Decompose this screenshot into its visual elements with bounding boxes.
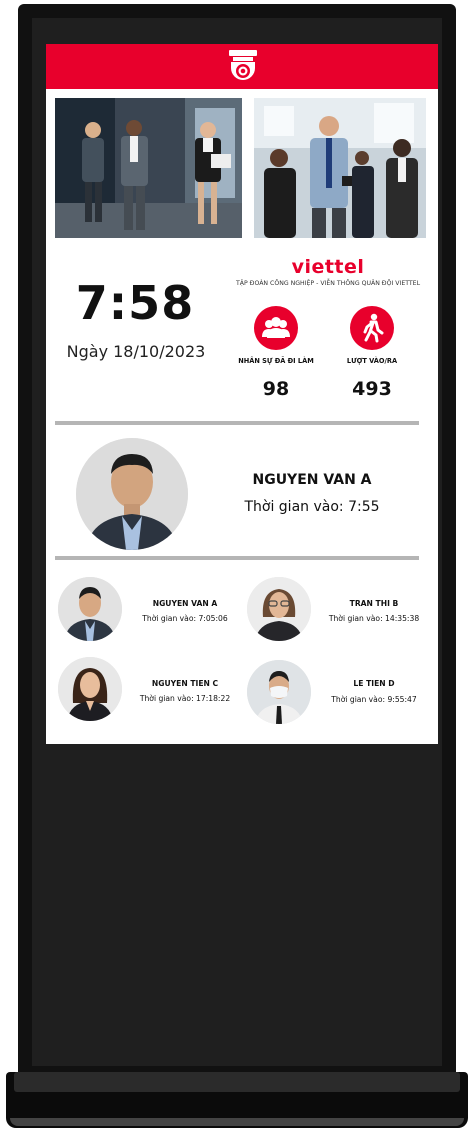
security-camera-icon xyxy=(229,50,257,80)
current-time: 7:58 xyxy=(75,276,195,330)
recent-person-time: Thời gian vào: 14:35:38 xyxy=(328,614,420,623)
recent-person-name: NGUYEN VAN A xyxy=(152,599,218,608)
recent-person-avatar xyxy=(247,660,311,724)
recent-person-time: Thời gian vào: 7:05:06 xyxy=(142,614,228,623)
office-photo-left xyxy=(55,98,242,238)
recent-person-avatar xyxy=(247,577,311,641)
recent-person-time: Thời gian vào: 17:18:22 xyxy=(139,694,231,703)
visit-count-label: LƯỢT VÀO/RA xyxy=(346,357,398,365)
current-person-name: NGUYEN VAN A xyxy=(252,472,372,488)
recent-person-name: NGUYEN TIEN C xyxy=(151,679,219,688)
viettel-logo: viettel xyxy=(291,256,365,278)
kiosk-base-shade xyxy=(10,1118,464,1126)
current-date: Ngày 18/10/2023 xyxy=(66,342,206,361)
recent-person-name: LE TIEN D xyxy=(353,679,395,688)
header-bar xyxy=(46,44,438,89)
people-group-icon xyxy=(254,306,298,350)
divider xyxy=(55,421,419,425)
divider xyxy=(55,556,419,560)
recent-person-time: Thời gian vào: 9:55:47 xyxy=(331,695,417,704)
recent-person-avatar xyxy=(58,577,122,641)
kiosk-base-top xyxy=(14,1072,460,1092)
recent-person-name: TRAN THI B xyxy=(349,599,399,608)
staff-count-value: 98 xyxy=(262,378,290,400)
visit-count-value: 493 xyxy=(352,378,392,400)
staff-count-label: NHÂN SỰ ĐÃ ĐI LÀM xyxy=(238,357,314,365)
kiosk-screen: 7:58 Ngày 18/10/2023 viettel TẬP ĐOÀN CÔ… xyxy=(46,44,438,744)
current-person-avatar xyxy=(76,438,188,550)
office-photo-right xyxy=(254,98,426,238)
brand-subtitle: TẬP ĐOÀN CÔNG NGHIỆP - VIỄN THÔNG QUÂN Đ… xyxy=(235,280,421,287)
walking-person-icon xyxy=(350,306,394,350)
recent-person-avatar xyxy=(58,657,122,721)
current-person-time: Thời gian vào: 7:55 xyxy=(244,499,380,515)
